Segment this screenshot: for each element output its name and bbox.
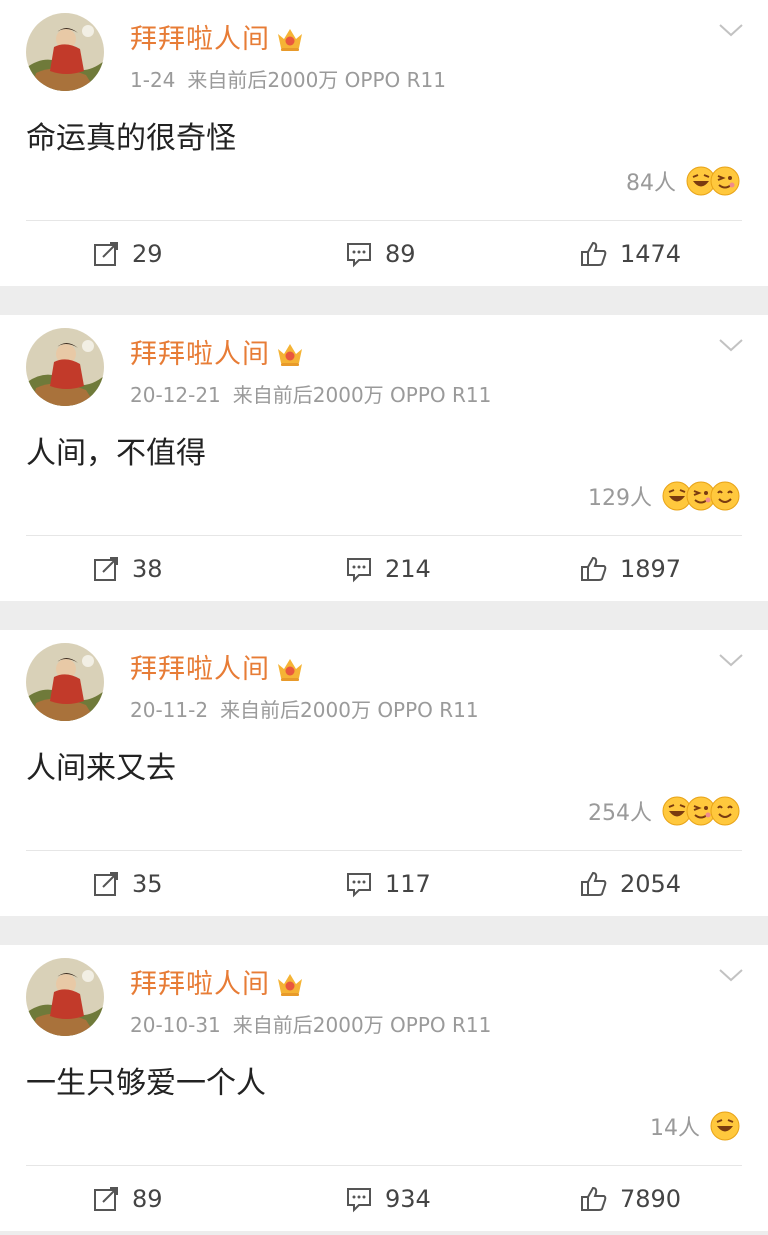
action-bar: 29 89 1474 xyxy=(0,221,768,286)
like-count: 1897 xyxy=(620,554,682,583)
like-count: 7890 xyxy=(620,1184,682,1213)
repost-icon xyxy=(94,1186,118,1211)
post-date: 20-10-31 xyxy=(130,1013,221,1037)
chevron-down-icon[interactable] xyxy=(718,335,744,355)
smile-emoji-icon xyxy=(710,796,740,826)
post-card[interactable]: 拜拜啦人间 1-24 来自前后2000万 OPPO R11 命运真的很奇怪 84人… xyxy=(0,0,768,286)
repost-button[interactable]: 89 xyxy=(92,1166,163,1231)
repost-button[interactable]: 35 xyxy=(92,851,163,916)
post-card[interactable]: 拜拜啦人间 20-11-2 来自前后2000万 OPPO R11 人间来又去 25… xyxy=(0,630,768,916)
reactions[interactable]: 254人 xyxy=(588,794,740,828)
like-button[interactable]: 1897 xyxy=(580,536,681,601)
reaction-count: 14人 xyxy=(650,1116,700,1141)
post-date: 20-11-2 xyxy=(130,698,209,722)
vip-crown-icon xyxy=(278,344,302,366)
post-card[interactable]: 拜拜啦人间 20-12-21 来自前后2000万 OPPO R11 人间，不值得 … xyxy=(0,315,768,601)
repost-icon xyxy=(94,241,118,266)
comment-icon xyxy=(347,1187,371,1212)
chevron-down-icon[interactable] xyxy=(718,965,744,985)
vip-crown-icon xyxy=(278,974,302,996)
reaction-count: 254人 xyxy=(588,801,652,826)
avatar[interactable] xyxy=(26,328,104,406)
like-button[interactable]: 1474 xyxy=(580,221,681,286)
like-button[interactable]: 7890 xyxy=(580,1166,681,1231)
reaction-count: 84人 xyxy=(626,171,676,196)
action-bar: 89 934 7890 xyxy=(0,1166,768,1231)
comment-button[interactable]: 117 xyxy=(345,851,431,916)
post-date: 20-12-21 xyxy=(130,383,221,407)
post-meta: 20-12-21 来自前后2000万 OPPO R11 xyxy=(130,379,491,408)
post-meta: 20-10-31 来自前后2000万 OPPO R11 xyxy=(130,1009,491,1038)
action-bar: 35 117 2054 xyxy=(0,851,768,916)
thumbs-up-icon xyxy=(581,241,607,266)
comment-icon xyxy=(347,557,371,582)
reactions[interactable]: 84人 xyxy=(626,164,740,198)
post-source: 来自前后2000万 OPPO R11 xyxy=(232,383,492,407)
post-source: 来自前后2000万 OPPO R11 xyxy=(187,68,446,92)
post-content[interactable]: 人间来又去 xyxy=(26,743,176,787)
laugh-emoji-icon xyxy=(710,1111,740,1141)
repost-count: 35 xyxy=(132,869,163,898)
comment-icon xyxy=(347,242,371,267)
repost-count: 89 xyxy=(132,1184,163,1213)
chevron-down-icon[interactable] xyxy=(718,650,744,670)
reactions[interactable]: 14人 xyxy=(650,1109,740,1143)
username[interactable]: 拜拜啦人间 xyxy=(130,962,270,1001)
comment-count: 117 xyxy=(385,869,431,898)
comment-count: 934 xyxy=(385,1184,431,1213)
like-count: 2054 xyxy=(620,869,682,898)
comment-count: 89 xyxy=(385,239,416,268)
comment-icon xyxy=(347,872,371,897)
post-card[interactable]: 拜拜啦人间 20-10-31 来自前后2000万 OPPO R11 一生只够爱一个… xyxy=(0,945,768,1231)
post-content[interactable]: 人间，不值得 xyxy=(26,428,206,472)
reaction-count: 129人 xyxy=(588,486,652,511)
comment-button[interactable]: 89 xyxy=(345,221,416,286)
username[interactable]: 拜拜啦人间 xyxy=(130,647,270,686)
repost-button[interactable]: 38 xyxy=(92,536,163,601)
repost-count: 29 xyxy=(132,239,163,268)
weibo-feed: 拜拜啦人间 1-24 来自前后2000万 OPPO R11 命运真的很奇怪 84人… xyxy=(0,0,768,1235)
thumbs-up-icon xyxy=(581,556,607,581)
reactions[interactable]: 129人 xyxy=(588,479,740,513)
repost-button[interactable]: 29 xyxy=(92,221,163,286)
chevron-down-icon[interactable] xyxy=(718,20,744,40)
post-source: 来自前后2000万 OPPO R11 xyxy=(232,1013,492,1037)
repost-icon xyxy=(94,871,118,896)
comment-button[interactable]: 214 xyxy=(345,536,431,601)
vip-crown-icon xyxy=(278,29,302,51)
username[interactable]: 拜拜啦人间 xyxy=(130,332,270,371)
repost-icon xyxy=(94,556,118,581)
avatar[interactable] xyxy=(26,643,104,721)
vip-crown-icon xyxy=(278,659,302,681)
like-count: 1474 xyxy=(620,239,682,268)
username[interactable]: 拜拜啦人间 xyxy=(130,17,270,56)
smile-emoji-icon xyxy=(710,481,740,511)
avatar[interactable] xyxy=(26,13,104,91)
post-source: 来自前后2000万 OPPO R11 xyxy=(220,698,479,722)
wink-emoji-icon xyxy=(710,166,740,196)
like-button[interactable]: 2054 xyxy=(580,851,681,916)
post-meta: 20-11-2 来自前后2000万 OPPO R11 xyxy=(130,694,479,723)
thumbs-up-icon xyxy=(581,871,607,896)
comment-button[interactable]: 934 xyxy=(345,1166,431,1231)
comment-count: 214 xyxy=(385,554,431,583)
thumbs-up-icon xyxy=(581,1186,607,1211)
post-content[interactable]: 命运真的很奇怪 xyxy=(26,113,236,157)
post-content[interactable]: 一生只够爱一个人 xyxy=(26,1058,266,1102)
post-date: 1-24 xyxy=(130,68,176,92)
avatar[interactable] xyxy=(26,958,104,1036)
repost-count: 38 xyxy=(132,554,163,583)
action-bar: 38 214 1897 xyxy=(0,536,768,601)
post-meta: 1-24 来自前后2000万 OPPO R11 xyxy=(130,64,446,93)
